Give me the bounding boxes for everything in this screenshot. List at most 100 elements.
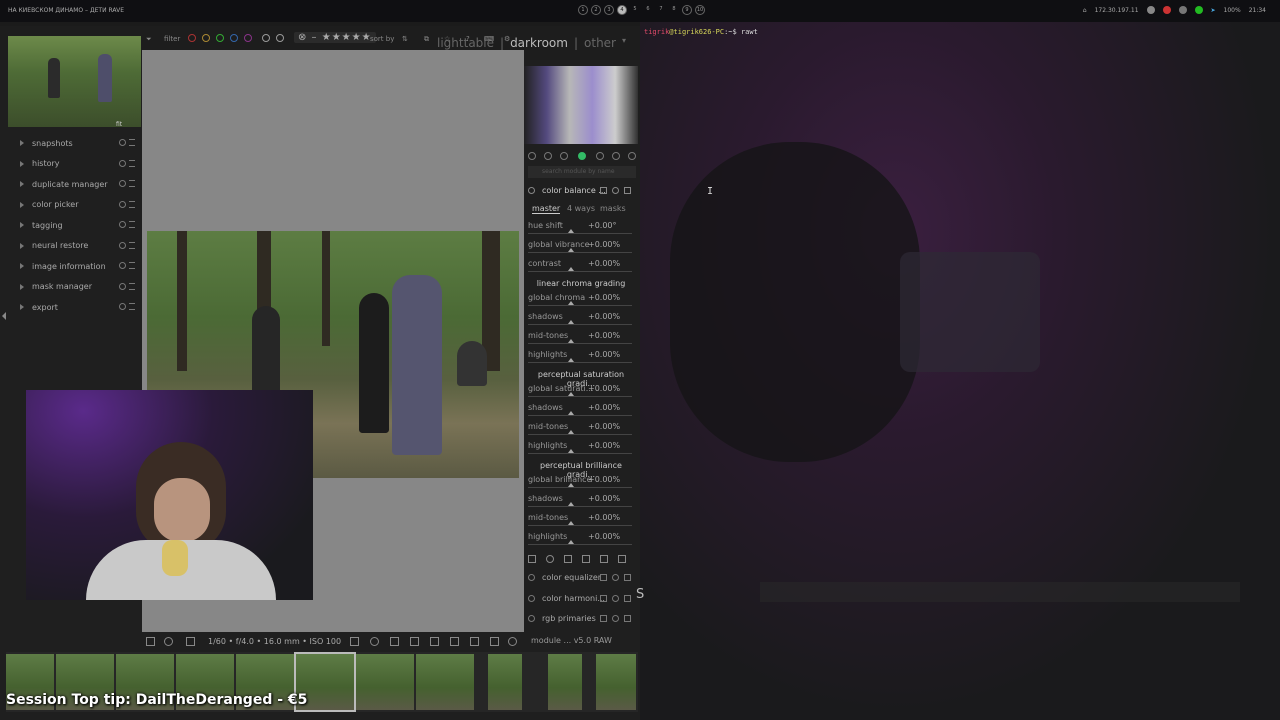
reset-icon[interactable] <box>119 303 126 310</box>
presets-icon[interactable] <box>129 221 135 228</box>
sort-order-icon[interactable]: ⇅ <box>402 35 408 43</box>
power-icon[interactable] <box>528 574 535 581</box>
filmstrip-thumb[interactable] <box>416 654 474 710</box>
softproof-icon[interactable] <box>410 637 419 646</box>
effect-group-icon[interactable] <box>612 152 620 160</box>
histogram[interactable] <box>524 66 638 144</box>
tab-masks[interactable]: masks <box>600 204 626 213</box>
zoom-fit-label[interactable]: fit <box>116 121 122 128</box>
filmstrip-thumb[interactable] <box>548 654 582 710</box>
raw-overexposed-icon[interactable] <box>370 637 379 646</box>
terminal-prompt[interactable]: tigrik@tigrik626-PC:~$ rawt <box>644 28 758 36</box>
sort-label[interactable]: sort by <box>370 35 394 43</box>
slider-global-vibrance[interactable]: global vibrance +0.00% <box>528 240 632 256</box>
multi-instance-icon[interactable] <box>600 574 607 581</box>
module-snapshots[interactable]: snapshots <box>14 133 138 154</box>
presets-icon[interactable] <box>129 180 135 187</box>
reset-icon[interactable] <box>119 221 126 228</box>
tray-icon[interactable] <box>1146 6 1155 14</box>
active-modules-icon[interactable] <box>544 152 552 160</box>
reset-icon[interactable] <box>119 159 126 167</box>
multi-instance-icon[interactable] <box>600 187 607 194</box>
module-search-input[interactable]: search module by name <box>528 166 636 178</box>
presets-icon[interactable] <box>624 187 631 194</box>
navigation-thumbnail[interactable] <box>8 36 141 127</box>
module-history[interactable]: history <box>14 154 138 175</box>
module-image-information[interactable]: image information <box>14 256 138 277</box>
power-icon[interactable] <box>528 615 535 622</box>
module-mask-manager[interactable]: mask manager <box>14 277 138 298</box>
chevron-down-icon[interactable]: ▾ <box>622 36 626 50</box>
parametric-mask-icon[interactable] <box>582 555 590 563</box>
presets-icon[interactable] <box>129 139 135 146</box>
network-icon[interactable]: ⌂ <box>1083 7 1087 14</box>
module-tagging[interactable]: tagging <box>14 215 138 236</box>
keyboard-icon[interactable]: ⌨ <box>484 35 494 43</box>
module-export[interactable]: export <box>14 297 138 318</box>
filmstrip-thumb[interactable] <box>596 654 636 710</box>
slider-global-brilliance[interactable]: global brilliance +0.00% <box>528 475 632 491</box>
color-label-all-icon[interactable] <box>276 34 284 42</box>
quick-access-icon[interactable] <box>146 637 155 646</box>
rating-filter-stars-icon[interactable]: ⊗ – ★★★★★ <box>294 32 376 43</box>
presets-icon[interactable] <box>129 241 135 249</box>
workspace-5[interactable]: 5 <box>630 5 640 15</box>
drawn-mask-icon[interactable] <box>564 555 572 563</box>
workspace-1[interactable]: 1 <box>578 5 588 15</box>
slider-global-saturation[interactable]: global saturati... +0.00% <box>528 384 632 400</box>
presets-icon[interactable] <box>624 615 631 622</box>
terminal-window[interactable] <box>640 22 1280 720</box>
filter-icon[interactable]: ⏷ <box>146 35 152 44</box>
module-color-picker[interactable]: color picker <box>14 195 138 216</box>
raster-mask-icon[interactable] <box>618 555 626 563</box>
color-label-green-icon[interactable] <box>216 34 224 42</box>
reset-icon[interactable] <box>119 200 126 208</box>
reset-icon[interactable] <box>119 262 126 269</box>
presets-icon[interactable] <box>129 282 135 290</box>
module-color-harmonizer[interactable]: color harmoni... <box>528 592 636 606</box>
display-profile-icon[interactable] <box>508 637 517 646</box>
reset-icon[interactable] <box>612 615 619 622</box>
color-label-grey-icon[interactable] <box>262 34 270 42</box>
presets-icon[interactable] <box>129 262 135 269</box>
power-icon[interactable] <box>528 187 535 194</box>
workspace-6[interactable]: 6 <box>643 5 653 15</box>
close-icon[interactable] <box>528 555 536 563</box>
tab-4-ways[interactable]: 4 ways <box>567 204 595 213</box>
presets-icon[interactable] <box>129 200 135 208</box>
slider-saturation-mid-tones[interactable]: mid-tones +0.00% <box>528 422 632 438</box>
styles-icon[interactable] <box>164 637 173 646</box>
reset-icon[interactable] <box>612 574 619 581</box>
color-assessment-icon[interactable] <box>490 637 499 646</box>
help-icon[interactable]: ? <box>466 35 470 43</box>
combined-mask-icon[interactable] <box>600 555 608 563</box>
color-label-purple-icon[interactable] <box>244 34 252 42</box>
color-label-yellow-icon[interactable] <box>202 34 210 42</box>
workspace-9[interactable]: 9 <box>682 5 692 15</box>
slider-saturation-highlights[interactable]: highlights +0.00% <box>528 441 632 457</box>
filmstrip-thumb[interactable] <box>488 654 522 710</box>
reset-icon[interactable] <box>612 595 619 602</box>
multi-instance-icon[interactable] <box>600 615 607 622</box>
workspace-4-active[interactable]: 4 <box>617 5 627 15</box>
tray-red-icon[interactable] <box>1162 6 1171 14</box>
gear-icon[interactable]: ⚙ <box>504 35 510 43</box>
circle-mask-icon[interactable] <box>546 555 554 563</box>
color-label-red-icon[interactable] <box>188 34 196 42</box>
slider-global-chroma[interactable]: global chroma +0.00% <box>528 293 632 309</box>
workspace-3[interactable]: 3 <box>604 5 614 15</box>
base-modules-icon[interactable] <box>560 152 568 160</box>
reset-icon[interactable] <box>119 282 126 290</box>
presets-icon[interactable] <box>624 595 631 602</box>
warning-icon[interactable] <box>450 637 459 646</box>
tray-steam-icon[interactable] <box>1178 6 1187 14</box>
module-color-equalizer[interactable]: color equalizer <box>528 571 636 585</box>
reset-icon[interactable] <box>119 180 126 187</box>
module-groups-menu-icon[interactable] <box>528 152 536 160</box>
filter-label[interactable]: filter <box>164 35 180 43</box>
second-window-icon[interactable] <box>186 637 195 646</box>
guides-icon[interactable] <box>470 637 479 646</box>
focus-peaking-icon[interactable] <box>350 637 359 646</box>
slider-brilliance-highlights[interactable]: highlights +0.00% <box>528 532 632 548</box>
color-group-icon[interactable] <box>578 152 586 160</box>
